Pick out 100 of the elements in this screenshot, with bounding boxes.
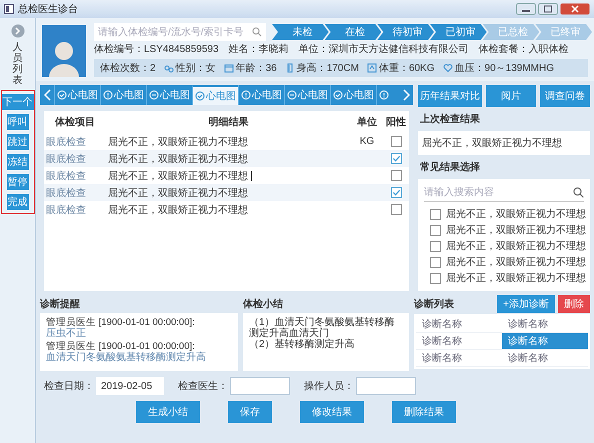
exam-tab[interactable] <box>376 85 391 105</box>
table-cell-text: 眼底检查 <box>46 170 86 182</box>
table-row[interactable]: 眼底检查 屈光不正，双眼矫正视力不理想 <box>44 167 409 184</box>
stat-text: 身高：170CM <box>296 62 359 75</box>
maximize-icon[interactable] <box>538 3 558 15</box>
status-step: 在检 <box>324 24 382 40</box>
add-diagnosis-button[interactable]: +添加诊断 <box>497 295 555 313</box>
exam-tab[interactable]: 心电图 <box>284 85 330 105</box>
checkbox[interactable] <box>390 136 402 147</box>
check-circle-icon <box>333 90 343 100</box>
action-button[interactable]: 保存 <box>228 401 272 423</box>
status-step: 已总检 <box>482 24 540 40</box>
table-cell[interactable]: 屈光不正，双眼矫正视力不理想 <box>108 186 248 200</box>
option-text[interactable]: 屈光不正，双眼矫正视力不理想 <box>446 271 586 285</box>
info-circle-icon <box>379 90 389 100</box>
exam-tab[interactable]: 心电图 <box>54 85 100 105</box>
summary-line: （1）血清天门冬氨酸氨基转移酶测定升高血清天门 <box>249 317 396 339</box>
date-dropdown[interactable]: 2019-02-05 <box>96 377 164 395</box>
table-cell[interactable]: 屈光不正，双眼矫正视力不理想 <box>108 134 248 148</box>
checkbox[interactable] <box>430 272 441 284</box>
reminder-author: 管理员医生 [1900-01-01 00:00:00]: <box>46 317 196 328</box>
checkbox[interactable] <box>390 170 402 181</box>
action-button[interactable]: 修改结果 <box>300 401 364 423</box>
table-cell[interactable]: 诊断名称 <box>502 333 588 350</box>
field-label: 操作人员： <box>304 380 354 393</box>
table-cell-text: 眼底检查 <box>46 136 86 148</box>
check-circle-icon <box>195 91 205 101</box>
calendar-icon <box>224 63 234 73</box>
checkbox[interactable] <box>390 153 402 164</box>
forward-icon[interactable] <box>10 24 24 38</box>
exam-tab[interactable]: 心电图 <box>330 85 376 105</box>
option-text[interactable]: 屈光不正，双眼矫正视力不理想 <box>446 207 586 221</box>
table-row[interactable]: 眼底检查 屈光不正，双眼矫正视力不理想 <box>44 150 409 167</box>
stat-text: 体检次数：2 <box>100 62 156 75</box>
status-step: 已终审 <box>535 24 592 40</box>
panel-button[interactable]: 调查问卷 <box>540 85 590 107</box>
action-button[interactable]: 暂停 <box>6 174 28 190</box>
table-row[interactable]: 眼底检查 屈光不正，双眼矫正视力不理想 <box>44 201 409 218</box>
table-cell[interactable]: 诊断名称 <box>416 316 502 333</box>
checkbox[interactable] <box>430 240 441 252</box>
patient-info: 姓名：李晓莉 <box>228 44 289 56</box>
panel-button[interactable]: 阅片 <box>486 85 536 107</box>
checkbox[interactable] <box>390 187 402 198</box>
info-circle-icon <box>103 90 113 100</box>
checkbox[interactable] <box>430 208 441 220</box>
reminder-author: 管理员医生 [1900-01-01 00:00:00]: <box>46 341 195 352</box>
table-cell[interactable]: 屈光不正，双眼矫正视力不理想 <box>108 202 248 216</box>
patient-list-label[interactable]: 人员列表 <box>12 42 22 86</box>
column-header: 体检项目 <box>54 116 96 130</box>
search-icon[interactable] <box>573 187 584 198</box>
action-button[interactable]: 冻结 <box>6 154 28 170</box>
section-title: 诊断列表 <box>414 298 454 311</box>
table-row[interactable]: 眼底检查 屈光不正，双眼矫正视力不理想 KG <box>44 133 409 150</box>
window-title: 总检医生诊台 <box>18 2 79 16</box>
input-field[interactable] <box>356 377 416 395</box>
chevron-right-icon[interactable] <box>402 89 410 101</box>
action-button[interactable]: 呼叫 <box>6 114 28 130</box>
checkbox[interactable] <box>430 224 441 236</box>
heart-icon <box>442 63 453 73</box>
info-circle-icon <box>241 90 251 100</box>
panel-button[interactable]: 历年结果对比 <box>418 85 482 107</box>
table-cell[interactable]: 诊断名称 <box>502 350 588 367</box>
check-circle-icon <box>57 90 67 100</box>
checkbox[interactable] <box>430 256 441 268</box>
action-button[interactable]: 下一个 <box>2 94 34 110</box>
status-step: 待初审 <box>377 24 434 40</box>
patient-info: 体检编号：LSY4845859593 <box>94 44 219 56</box>
field-label: 检查日期： <box>44 380 94 393</box>
table-cell: KG <box>360 136 374 147</box>
table-cell[interactable]: 屈光不正，双眼矫正视力不理想 <box>108 168 248 182</box>
table-cell[interactable]: 诊断名称 <box>416 350 502 367</box>
option-text[interactable]: 屈光不正，双眼矫正视力不理想 <box>446 223 586 237</box>
action-button[interactable]: 完成 <box>6 194 28 210</box>
table-cell-text: 眼底检查 <box>46 204 86 216</box>
minimize-icon[interactable] <box>516 3 536 15</box>
patient-info: 单位：深圳市天方达健信科技有限公司 <box>298 44 469 56</box>
option-text[interactable]: 屈光不正，双眼矫正视力不理想 <box>446 255 586 269</box>
exam-tab[interactable]: 心电图 <box>192 85 238 105</box>
column-header: 明细结果 <box>208 116 250 130</box>
column-header: 单位 <box>356 116 378 130</box>
close-icon[interactable] <box>560 3 590 15</box>
minus-circle-icon <box>149 90 159 100</box>
table-cell[interactable]: 屈光不正，双眼矫正视力不理想 <box>108 152 248 166</box>
table-row[interactable]: 眼底检查 屈光不正，双眼矫正视力不理想 <box>44 184 409 201</box>
section-title: 常见结果选择 <box>419 160 481 175</box>
stat-text: 体重：60KG <box>378 62 435 75</box>
exam-tab[interactable]: 心电图 <box>100 85 146 105</box>
scale-icon <box>366 63 377 73</box>
input-field[interactable] <box>230 377 290 395</box>
action-button[interactable]: 删除结果 <box>392 401 456 423</box>
action-button[interactable]: 生成小结 <box>136 401 200 423</box>
delete-button[interactable]: 删除 <box>558 295 590 313</box>
gender-icon <box>164 63 174 73</box>
option-text[interactable]: 屈光不正，双眼矫正视力不理想 <box>446 239 586 253</box>
photo-placeholder <box>42 25 86 77</box>
action-button[interactable]: 跳过 <box>6 134 28 150</box>
checkbox[interactable] <box>390 204 402 215</box>
exam-tab[interactable]: 心电图 <box>238 85 284 105</box>
chevron-left-icon[interactable] <box>44 89 50 101</box>
table-cell-text: 眼底检查 <box>46 186 86 200</box>
